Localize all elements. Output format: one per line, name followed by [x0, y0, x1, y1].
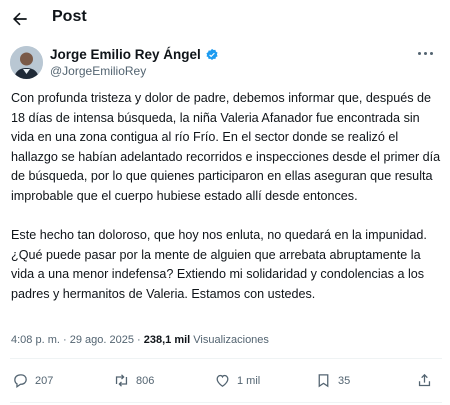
- action-bar: 207 806 1 mil 35: [0, 372, 450, 392]
- post-paragraph: Este hecho tan doloroso, que hoy nos enl…: [11, 228, 427, 301]
- divider: [10, 358, 442, 359]
- author-handle[interactable]: @JorgeEmilioRey: [50, 64, 146, 78]
- like-button[interactable]: 1 mil: [214, 372, 260, 389]
- arrow-left-icon[interactable]: [10, 9, 30, 29]
- top-bar: Post: [0, 0, 450, 38]
- views-label: Visualizaciones: [193, 334, 269, 346]
- post-time[interactable]: 4:08 p. m.: [11, 334, 60, 346]
- meta-separator: ·: [62, 334, 67, 346]
- share-icon: [418, 373, 431, 387]
- reply-button[interactable]: 207: [12, 372, 53, 389]
- post-body: Con profunda tristeza y dolor de padre, …: [11, 89, 441, 324]
- verified-badge-icon: [206, 48, 218, 60]
- like-icon: [216, 374, 229, 387]
- like-count: 1 mil: [237, 374, 261, 387]
- repost-button[interactable]: 806: [113, 372, 154, 389]
- bookmark-button[interactable]: 35: [315, 372, 350, 389]
- repost-icon: [115, 374, 128, 387]
- avatar[interactable]: [10, 46, 43, 79]
- author-name-row[interactable]: Jorge Emilio Rey Ángel: [50, 47, 219, 62]
- views-count: 238,1 mil: [143, 334, 191, 346]
- repost-count: 806: [136, 374, 155, 387]
- post-date[interactable]: 29 ago. 2025: [70, 334, 134, 346]
- bookmark-icon: [318, 374, 329, 388]
- post-paragraph: Con profunda tristeza y dolor de padre, …: [11, 91, 441, 203]
- meta-separator: ·: [137, 334, 141, 346]
- share-button[interactable]: [416, 372, 433, 389]
- reply-icon: [14, 374, 27, 388]
- more-options-icon[interactable]: [418, 52, 434, 58]
- author-name[interactable]: Jorge Emilio Rey Ángel: [50, 47, 201, 62]
- page-title: Post: [52, 8, 87, 25]
- reply-count: 207: [35, 374, 54, 387]
- divider: [10, 402, 442, 403]
- post-meta: 4:08 p. m. · 29 ago. 2025 · 238,1 mil Vi…: [11, 334, 269, 346]
- bookmark-count: 35: [338, 374, 351, 387]
